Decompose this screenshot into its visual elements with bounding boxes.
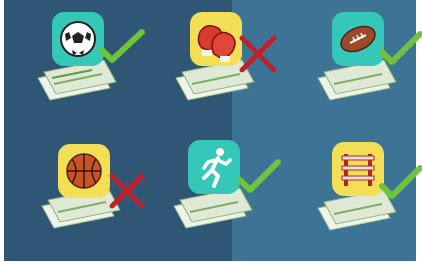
tile-soccer[interactable] (32, 8, 145, 104)
check-icon (379, 165, 422, 199)
cross-icon (109, 173, 145, 209)
tile-boxing[interactable] (170, 8, 277, 104)
tile-hurdles[interactable] (312, 138, 422, 234)
check-icon (99, 29, 145, 63)
tile-running[interactable] (168, 136, 281, 232)
check-icon (237, 159, 281, 193)
tile-american-football[interactable] (312, 8, 422, 104)
check-icon (379, 31, 422, 65)
quiz-stage (0, 0, 422, 264)
cross-icon (239, 35, 277, 73)
tile-basketball[interactable] (38, 140, 145, 236)
